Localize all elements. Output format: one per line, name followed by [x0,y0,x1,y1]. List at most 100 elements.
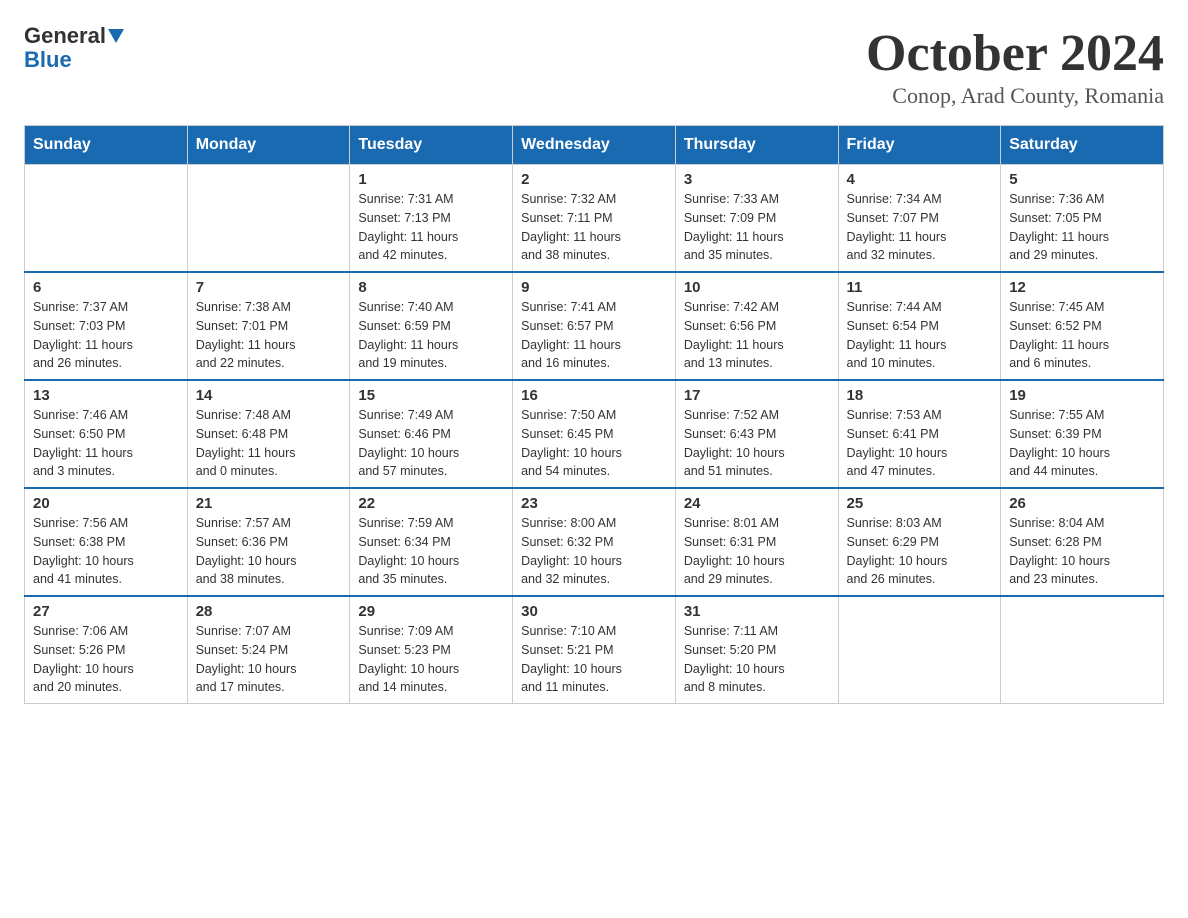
col-tuesday: Tuesday [350,126,513,165]
table-row: 12Sunrise: 7:45 AMSunset: 6:52 PMDayligh… [1001,272,1164,380]
day-number: 16 [521,387,667,404]
day-info: Sunrise: 8:03 AMSunset: 6:29 PMDaylight:… [847,514,993,589]
day-number: 23 [521,495,667,512]
day-info: Sunrise: 7:48 AMSunset: 6:48 PMDaylight:… [196,406,342,481]
day-info: Sunrise: 7:36 AMSunset: 7:05 PMDaylight:… [1009,190,1155,265]
day-info: Sunrise: 7:42 AMSunset: 6:56 PMDaylight:… [684,298,830,373]
day-info: Sunrise: 7:44 AMSunset: 6:54 PMDaylight:… [847,298,993,373]
page-subtitle: Conop, Arad County, Romania [866,83,1164,109]
table-row: 2 Sunrise: 7:32 AMSunset: 7:11 PMDaylight… [513,165,676,273]
day-number: 28 [196,603,342,620]
day-info: Sunrise: 8:04 AMSunset: 6:28 PMDaylight:… [1009,514,1155,589]
table-row: 13 Sunrise: 7:46 AMSunset: 6:50 PMDayligh… [25,380,188,488]
day-info: Sunrise: 7:11 AMSunset: 5:20 PMDaylight:… [684,622,830,697]
calendar-week-row: 1 Sunrise: 7:31 AMSunset: 7:13 PMDaylight… [25,165,1164,273]
col-wednesday: Wednesday [513,126,676,165]
table-row: 23 Sunrise: 8:00 AMSunset: 6:32 PMDayligh… [513,488,676,596]
day-number: 2 [521,171,667,188]
calendar-week-row: 13 Sunrise: 7:46 AMSunset: 6:50 PMDayligh… [25,380,1164,488]
table-row: 19 Sunrise: 7:55 AMSunset: 6:39 PMDayligh… [1001,380,1164,488]
day-info: Sunrise: 7:56 AMSunset: 6:38 PMDaylight:… [33,514,179,589]
calendar-week-row: 20Sunrise: 7:56 AMSunset: 6:38 PMDayligh… [25,488,1164,596]
day-info: Sunrise: 7:31 AMSunset: 7:13 PMDaylight:… [358,190,504,265]
logo-triangle-icon [108,29,124,43]
day-number: 30 [521,603,667,620]
table-row: 6Sunrise: 7:37 AMSunset: 7:03 PMDaylight… [25,272,188,380]
day-info: Sunrise: 7:38 AMSunset: 7:01 PMDaylight:… [196,298,342,373]
table-row: 28 Sunrise: 7:07 AMSunset: 5:24 PMDayligh… [187,596,350,704]
logo: General Blue [24,24,124,72]
day-number: 18 [847,387,993,404]
table-row: 4 Sunrise: 7:34 AMSunset: 7:07 PMDaylight… [838,165,1001,273]
day-info: Sunrise: 7:09 AMSunset: 5:23 PMDaylight:… [358,622,504,697]
table-row: 16 Sunrise: 7:50 AMSunset: 6:45 PMDayligh… [513,380,676,488]
day-number: 29 [358,603,504,620]
table-row: 22 Sunrise: 7:59 AMSunset: 6:34 PMDayligh… [350,488,513,596]
day-number: 17 [684,387,830,404]
day-info: Sunrise: 8:00 AMSunset: 6:32 PMDaylight:… [521,514,667,589]
day-number: 7 [196,279,342,296]
table-row: 8Sunrise: 7:40 AMSunset: 6:59 PMDaylight… [350,272,513,380]
table-row: 9 Sunrise: 7:41 AMSunset: 6:57 PMDaylight… [513,272,676,380]
table-row: 31 Sunrise: 7:11 AMSunset: 5:20 PMDayligh… [675,596,838,704]
day-number: 9 [521,279,667,296]
day-info: Sunrise: 8:01 AMSunset: 6:31 PMDaylight:… [684,514,830,589]
day-info: Sunrise: 7:59 AMSunset: 6:34 PMDaylight:… [358,514,504,589]
page-header: General Blue October 2024 Conop, Arad Co… [24,24,1164,109]
day-number: 31 [684,603,830,620]
table-row: 1 Sunrise: 7:31 AMSunset: 7:13 PMDaylight… [350,165,513,273]
day-number: 4 [847,171,993,188]
day-number: 26 [1009,495,1155,512]
table-row: 5Sunrise: 7:36 AMSunset: 7:05 PMDaylight… [1001,165,1164,273]
table-row: 25Sunrise: 8:03 AMSunset: 6:29 PMDayligh… [838,488,1001,596]
calendar-table: Sunday Monday Tuesday Wednesday Thursday… [24,125,1164,704]
table-row [1001,596,1164,704]
day-number: 14 [196,387,342,404]
day-number: 19 [1009,387,1155,404]
day-info: Sunrise: 7:32 AMSunset: 7:11 PMDaylight:… [521,190,667,265]
day-number: 21 [196,495,342,512]
day-number: 24 [684,495,830,512]
table-row: 21 Sunrise: 7:57 AMSunset: 6:36 PMDayligh… [187,488,350,596]
col-friday: Friday [838,126,1001,165]
table-row: 11Sunrise: 7:44 AMSunset: 6:54 PMDayligh… [838,272,1001,380]
table-row: 24 Sunrise: 8:01 AMSunset: 6:31 PMDayligh… [675,488,838,596]
title-block: October 2024 Conop, Arad County, Romania [866,24,1164,109]
day-number: 22 [358,495,504,512]
day-number: 27 [33,603,179,620]
calendar-header-row: Sunday Monday Tuesday Wednesday Thursday… [25,126,1164,165]
col-monday: Monday [187,126,350,165]
day-info: Sunrise: 7:06 AMSunset: 5:26 PMDaylight:… [33,622,179,697]
calendar-week-row: 27 Sunrise: 7:06 AMSunset: 5:26 PMDayligh… [25,596,1164,704]
day-info: Sunrise: 7:55 AMSunset: 6:39 PMDaylight:… [1009,406,1155,481]
table-row: 29 Sunrise: 7:09 AMSunset: 5:23 PMDayligh… [350,596,513,704]
day-info: Sunrise: 7:34 AMSunset: 7:07 PMDaylight:… [847,190,993,265]
day-info: Sunrise: 7:52 AMSunset: 6:43 PMDaylight:… [684,406,830,481]
day-info: Sunrise: 7:46 AMSunset: 6:50 PMDaylight:… [33,406,179,481]
day-number: 10 [684,279,830,296]
day-number: 13 [33,387,179,404]
col-sunday: Sunday [25,126,188,165]
table-row: 27 Sunrise: 7:06 AMSunset: 5:26 PMDayligh… [25,596,188,704]
day-info: Sunrise: 7:57 AMSunset: 6:36 PMDaylight:… [196,514,342,589]
day-info: Sunrise: 7:50 AMSunset: 6:45 PMDaylight:… [521,406,667,481]
table-row: 7 Sunrise: 7:38 AMSunset: 7:01 PMDaylight… [187,272,350,380]
day-info: Sunrise: 7:53 AMSunset: 6:41 PMDaylight:… [847,406,993,481]
table-row: 20Sunrise: 7:56 AMSunset: 6:38 PMDayligh… [25,488,188,596]
day-info: Sunrise: 7:49 AMSunset: 6:46 PMDaylight:… [358,406,504,481]
day-info: Sunrise: 7:41 AMSunset: 6:57 PMDaylight:… [521,298,667,373]
table-row [25,165,188,273]
table-row: 30 Sunrise: 7:10 AMSunset: 5:21 PMDayligh… [513,596,676,704]
logo-general-text: General [24,24,106,48]
table-row: 15 Sunrise: 7:49 AMSunset: 6:46 PMDayligh… [350,380,513,488]
day-info: Sunrise: 7:07 AMSunset: 5:24 PMDaylight:… [196,622,342,697]
page-title: October 2024 [866,24,1164,83]
table-row: 18 Sunrise: 7:53 AMSunset: 6:41 PMDayligh… [838,380,1001,488]
day-number: 1 [358,171,504,188]
day-info: Sunrise: 7:10 AMSunset: 5:21 PMDaylight:… [521,622,667,697]
table-row: 14 Sunrise: 7:48 AMSunset: 6:48 PMDayligh… [187,380,350,488]
day-number: 3 [684,171,830,188]
day-number: 12 [1009,279,1155,296]
day-number: 15 [358,387,504,404]
table-row: 10 Sunrise: 7:42 AMSunset: 6:56 PMDayligh… [675,272,838,380]
